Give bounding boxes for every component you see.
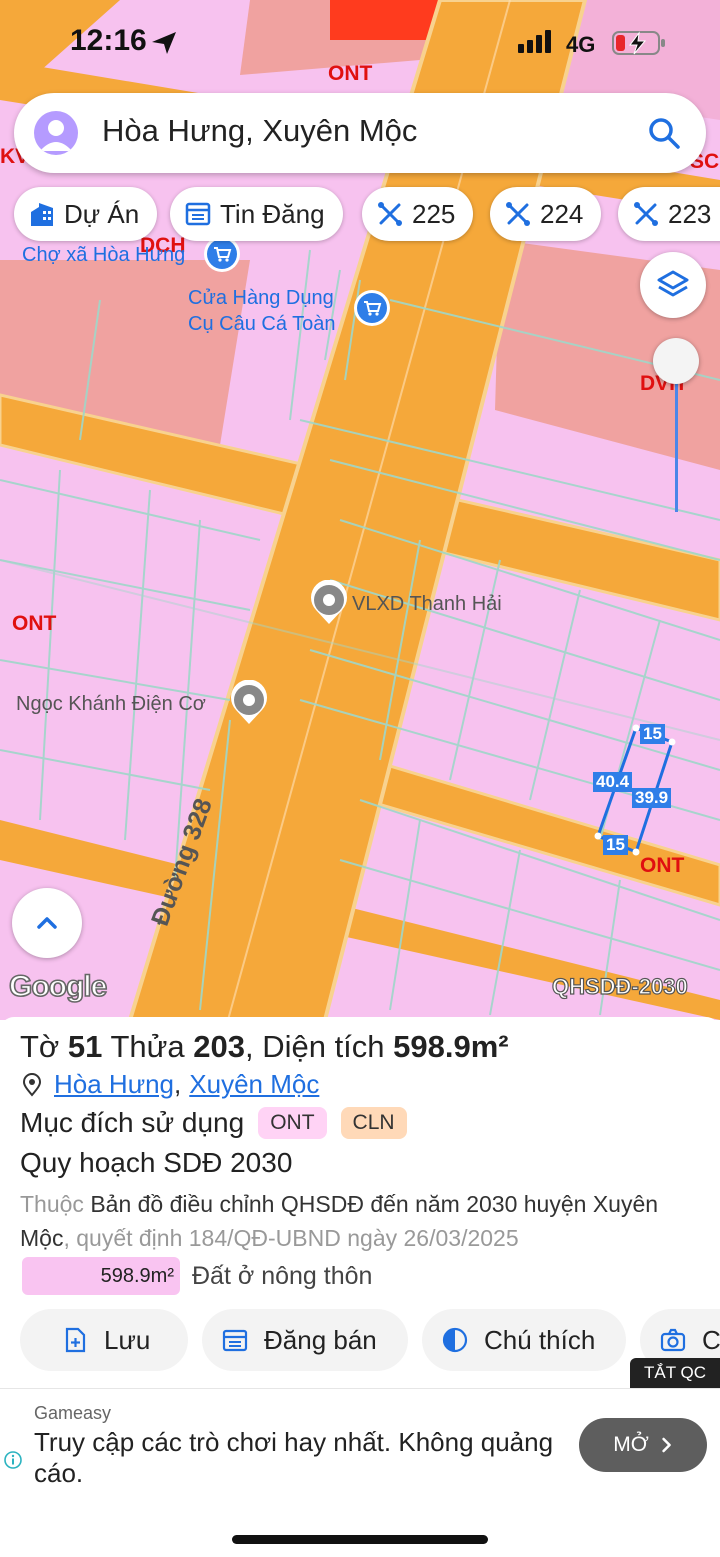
parcel-title: Tờ 51 Thửa 203, Diện tích 598.9m² — [20, 1029, 509, 1065]
location-pin-icon[interactable] — [308, 580, 350, 626]
area-legend-row: 598.9m² Đất ở nông thôn — [22, 1257, 372, 1295]
avatar[interactable] — [34, 111, 78, 155]
chevron-right-icon — [662, 1437, 671, 1453]
chip-224[interactable]: 224 — [490, 187, 602, 241]
status-time: 12:16 — [70, 24, 147, 57]
opacity-slider-track[interactable] — [675, 370, 678, 512]
land-purpose-row: Mục đích sử dụng ONT CLN — [20, 1107, 407, 1139]
signal-icon — [518, 30, 551, 53]
chip-label: 223 — [668, 198, 712, 229]
post-label: Đăng bán — [264, 1324, 377, 1355]
location-arrow-icon — [152, 32, 176, 54]
shopping-cart-icon[interactable] — [352, 288, 392, 328]
map-tool-icon — [378, 202, 402, 226]
chevron-up-icon — [37, 917, 57, 929]
search-query[interactable]: Hòa Hưng, Xuyên Mộc — [102, 113, 417, 149]
area-type: Đất ở nông thôn — [192, 1261, 373, 1290]
action-bar: Lưu Đăng bán Chú thích C — [0, 1309, 720, 1373]
poi-electric-label[interactable]: Ngọc Khánh Điện Cơ — [16, 693, 206, 716]
location-pin-icon[interactable] — [228, 680, 270, 726]
battery-charging-icon — [612, 31, 665, 55]
network-type: 4G — [566, 32, 596, 57]
chip-label: 225 — [412, 198, 456, 229]
dimension-right: 39.9 — [632, 788, 672, 808]
zone-label-ont-left: ONT — [12, 612, 57, 635]
district-link[interactable]: Xuyên Mộc — [189, 1069, 319, 1100]
legend-label: Chú thích — [484, 1324, 596, 1355]
plan-description: Thuộc Bản đồ điều chỉnh QHSDĐ đến năm 20… — [20, 1187, 700, 1255]
poi-vlxd-label[interactable]: VLXD Thanh Hải — [352, 593, 502, 616]
camera-icon — [660, 1328, 686, 1352]
map-tool-icon — [634, 202, 658, 226]
status-bar: 12:16 4G — [0, 0, 720, 90]
ad-source: Gameasy — [34, 1403, 112, 1423]
plan-desc-prefix: Thuộc — [20, 1191, 84, 1217]
chip-label: Tin Đăng — [220, 198, 325, 229]
ad-banner[interactable]: Gameasy Truy cập các trò chơi hay nhất. … — [0, 1388, 720, 1498]
building-icon — [31, 203, 53, 226]
post-for-sale-button[interactable]: Đăng bán — [202, 1309, 408, 1371]
listing-icon — [185, 202, 211, 226]
chip-label: Dự Án — [64, 198, 140, 229]
google-logo: Google — [8, 969, 108, 1004]
commune-link[interactable]: Hòa Hưng — [54, 1069, 174, 1100]
info-icon[interactable] — [4, 1451, 22, 1469]
poi-store-line2: Cụ Câu Cá Toàn — [188, 313, 336, 335]
plot-number: 203 — [193, 1029, 245, 1064]
area-swatch: 598.9m² — [22, 1257, 180, 1295]
layers-icon — [657, 270, 689, 297]
post-icon — [222, 1329, 248, 1352]
parcel-location: Hòa Hưng, Xuyên Mộc — [22, 1069, 319, 1100]
map-tool-icon — [506, 202, 530, 226]
poi-store-label[interactable]: Cửa Hàng Dụng Cụ Câu Cá Toàn — [188, 285, 336, 337]
area-prefix: , Diện tích — [244, 1029, 385, 1064]
search-bar[interactable]: Hòa Hưng, Xuyên Mộc — [14, 93, 706, 173]
chip-du-an[interactable]: Dự Án — [14, 187, 158, 241]
dimension-top: 15 — [640, 724, 665, 744]
close-ad-button[interactable]: TẮT QC — [630, 1358, 720, 1388]
layers-button[interactable] — [640, 252, 706, 318]
save-label: Lưu — [104, 1324, 151, 1355]
parcel-area: 598.9m² — [393, 1029, 509, 1064]
map-pin-icon — [22, 1072, 42, 1097]
legend-button[interactable]: Chú thích — [422, 1309, 626, 1371]
ad-open-label: MỞ — [613, 1433, 649, 1456]
plot-prefix: Thửa — [110, 1029, 185, 1064]
purpose-label: Mục đích sử dụng — [20, 1107, 245, 1138]
plan-title: Quy hoạch SDĐ 2030 — [20, 1147, 293, 1178]
user-icon — [40, 120, 72, 151]
legend-icon — [442, 1327, 468, 1353]
home-indicator[interactable] — [232, 1535, 488, 1544]
search-icon[interactable] — [642, 111, 686, 155]
sheet-prefix: Tờ — [20, 1029, 60, 1064]
sheet-number: 51 — [67, 1029, 103, 1064]
expand-up-button[interactable] — [12, 888, 82, 958]
map-layer-label: QHSDĐ-2030 — [551, 973, 688, 999]
purpose-badge-ont[interactable]: ONT — [258, 1107, 327, 1139]
chip-tin-dang[interactable]: Tin Đăng — [170, 187, 343, 241]
ad-open-button[interactable]: MỞ — [579, 1418, 707, 1472]
zone-label-ont-right: ONT — [640, 854, 685, 877]
poi-store-line1: Cửa Hàng Dụng — [188, 287, 334, 309]
chip-label: 224 — [540, 198, 584, 229]
dimension-left: 40.4 — [593, 772, 633, 792]
opacity-slider-thumb[interactable] — [653, 338, 699, 384]
ad-message: Truy cập các trò chơi hay nhất. Không qu… — [34, 1427, 554, 1488]
photo-label: C — [702, 1324, 720, 1355]
purpose-badge-cln[interactable]: CLN — [340, 1107, 407, 1139]
plan-desc-suffix: , quyết định 184/QĐ-UBND ngày 26/03/2025 — [63, 1225, 519, 1251]
chip-223[interactable]: 223 — [618, 187, 720, 241]
dimension-bottom: 15 — [603, 835, 628, 855]
save-button[interactable]: Lưu — [20, 1309, 188, 1371]
chip-225[interactable]: 225 — [362, 187, 474, 241]
poi-market-label[interactable]: Chợ xã Hòa Hưng — [22, 242, 185, 268]
save-icon — [65, 1327, 86, 1353]
